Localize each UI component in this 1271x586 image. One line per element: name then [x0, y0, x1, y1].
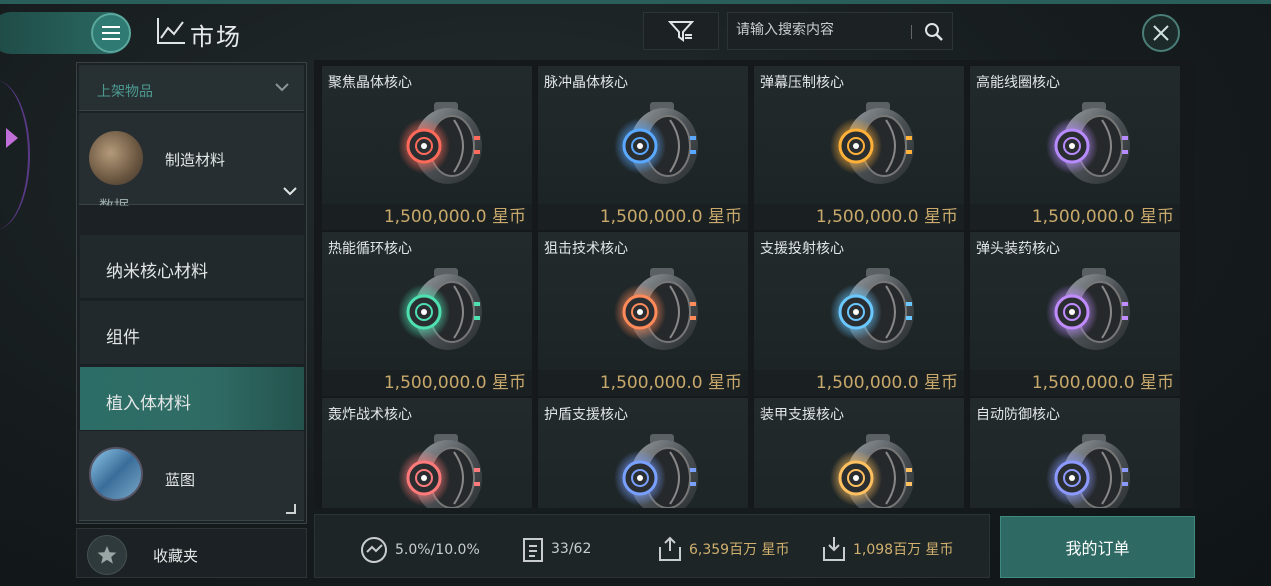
ore-thumbnail	[89, 131, 143, 185]
item-card[interactable]: 脉冲晶体核心 1,500,000.0 星币	[538, 66, 748, 230]
sell-total-stat: 6,359百万 星币	[657, 535, 790, 563]
core-module-icon	[1046, 102, 1130, 184]
item-name: 聚焦晶体核心	[328, 75, 412, 91]
item-card[interactable]: 轰炸战术核心	[322, 398, 532, 508]
item-price: 1,500,000.0 星币	[754, 204, 964, 230]
partial-list-item: 数据	[99, 197, 130, 215]
clipboard-icon	[523, 538, 543, 562]
item-name: 高能线圈核心	[976, 75, 1060, 91]
item-card[interactable]: 聚焦晶体核心 1,500,000.0 星币	[322, 66, 532, 230]
resize-corner-icon	[286, 504, 296, 514]
close-icon	[1153, 25, 1169, 41]
category-sidebar: 上架物品 制造材料 数据 纳米核心材料 组件 植入体材料 蓝图	[76, 62, 307, 524]
core-module-icon	[830, 102, 914, 184]
item-name: 狙击技术核心	[544, 241, 628, 257]
item-name: 脉冲晶体核心	[544, 75, 628, 91]
core-module-icon	[398, 268, 482, 350]
blueprint-thumbnail	[89, 447, 143, 501]
item-price: 1,500,000.0 星币	[970, 370, 1180, 396]
item-name: 弹头装药核心	[976, 241, 1060, 257]
stats-bar: 5.0%/10.0% 33/62 6,359百万 星币 1,098百万 星币	[314, 514, 990, 578]
order-count-value: 33/62	[551, 541, 592, 557]
page-title: 市场	[190, 23, 242, 51]
sidebar-item-label: 植入体材料	[106, 394, 191, 414]
item-price: 1,500,000.0 星币	[322, 204, 532, 230]
category-label: 蓝图	[165, 471, 196, 489]
search-icon[interactable]	[924, 22, 944, 42]
core-module-icon	[614, 268, 698, 350]
sidebar-item-nano-core[interactable]: 纳米核心材料	[80, 235, 304, 299]
search-divider	[911, 25, 912, 39]
item-price: 1,500,000.0 星币	[754, 370, 964, 396]
core-module-icon	[614, 434, 698, 508]
item-card[interactable]: 高能线圈核心 1,500,000.0 星币	[970, 66, 1180, 230]
item-price: 1,500,000.0 星币	[538, 370, 748, 396]
filter-button[interactable]	[643, 12, 719, 50]
item-grid: 聚焦晶体核心 1,500,000.0 星币 脉冲晶体核心 1,500,000.0 星币…	[314, 60, 1194, 508]
tax-rate-stat: 5.0%/10.0%	[359, 535, 480, 565]
core-module-icon	[398, 102, 482, 184]
item-card[interactable]: 狙击技术核心 1,500,000.0 星币	[538, 232, 748, 396]
buy-total-stat: 1,098百万 星币	[821, 535, 954, 563]
item-card[interactable]: 自动防御核心	[970, 398, 1180, 508]
expand-arrow-icon[interactable]	[6, 128, 18, 148]
item-name: 自动防御核心	[976, 407, 1060, 423]
category-manufacturing[interactable]: 制造材料	[79, 113, 304, 205]
chart-icon	[157, 18, 185, 44]
sidebar-item-implant-materials[interactable]: 植入体材料	[80, 367, 304, 431]
tax-rate-value: 5.0%/10.0%	[395, 542, 480, 558]
sidebar-item-components[interactable]: 组件	[80, 301, 304, 365]
core-module-icon	[1046, 268, 1130, 350]
sidebar-item-label: 组件	[106, 328, 140, 348]
dropdown-label: 上架物品	[97, 84, 153, 100]
filter-icon	[668, 21, 694, 42]
item-card[interactable]: 弹头装药核心 1,500,000.0 星币	[970, 232, 1180, 396]
sell-total-value: 6,359百万 星币	[689, 542, 790, 558]
item-name: 热能循环核心	[328, 241, 412, 257]
item-name: 护盾支援核心	[544, 407, 628, 423]
close-button[interactable]	[1142, 14, 1180, 52]
item-card[interactable]: 装甲支援核心	[754, 398, 964, 508]
core-module-icon	[614, 102, 698, 184]
item-card[interactable]: 弹幕压制核心 1,500,000.0 星币	[754, 66, 964, 230]
item-price: 1,500,000.0 星币	[538, 204, 748, 230]
top-accent-line	[0, 0, 1271, 4]
chevron-down-icon	[275, 83, 289, 92]
category-label: 制造材料	[165, 151, 226, 169]
favorites-button[interactable]: 收藏夹	[76, 528, 307, 578]
item-price: 1,500,000.0 星币	[970, 204, 1180, 230]
item-card[interactable]: 热能循环核心 1,500,000.0 星币	[322, 232, 532, 396]
tax-icon	[361, 537, 387, 563]
item-name: 支援投射核心	[760, 241, 844, 257]
core-module-icon	[830, 268, 914, 350]
my-orders-button[interactable]: 我的订单	[1000, 516, 1195, 578]
menu-icon	[102, 24, 120, 42]
listing-dropdown[interactable]: 上架物品	[79, 65, 304, 111]
core-module-icon	[398, 434, 482, 508]
order-count-stat: 33/62	[521, 535, 591, 563]
menu-button[interactable]	[91, 13, 131, 53]
core-module-icon	[1046, 434, 1130, 508]
sidebar-item-label: 纳米核心材料	[106, 262, 208, 282]
item-card[interactable]: 护盾支援核心	[538, 398, 748, 508]
buy-total-value: 1,098百万 星币	[853, 542, 954, 558]
sell-icon	[659, 536, 681, 561]
favorites-label: 收藏夹	[153, 547, 199, 565]
star-icon	[87, 535, 127, 575]
item-name: 轰炸战术核心	[328, 407, 412, 423]
item-name: 弹幕压制核心	[760, 75, 844, 91]
core-module-icon	[830, 434, 914, 508]
buy-icon	[823, 537, 845, 561]
chevron-down-icon	[283, 187, 297, 196]
search-input[interactable]	[736, 22, 906, 38]
item-price: 1,500,000.0 星币	[322, 370, 532, 396]
item-card[interactable]: 支援投射核心 1,500,000.0 星币	[754, 232, 964, 396]
search-box	[727, 12, 953, 50]
item-name: 装甲支援核心	[760, 407, 844, 423]
category-blueprint[interactable]: 蓝图	[79, 431, 304, 521]
